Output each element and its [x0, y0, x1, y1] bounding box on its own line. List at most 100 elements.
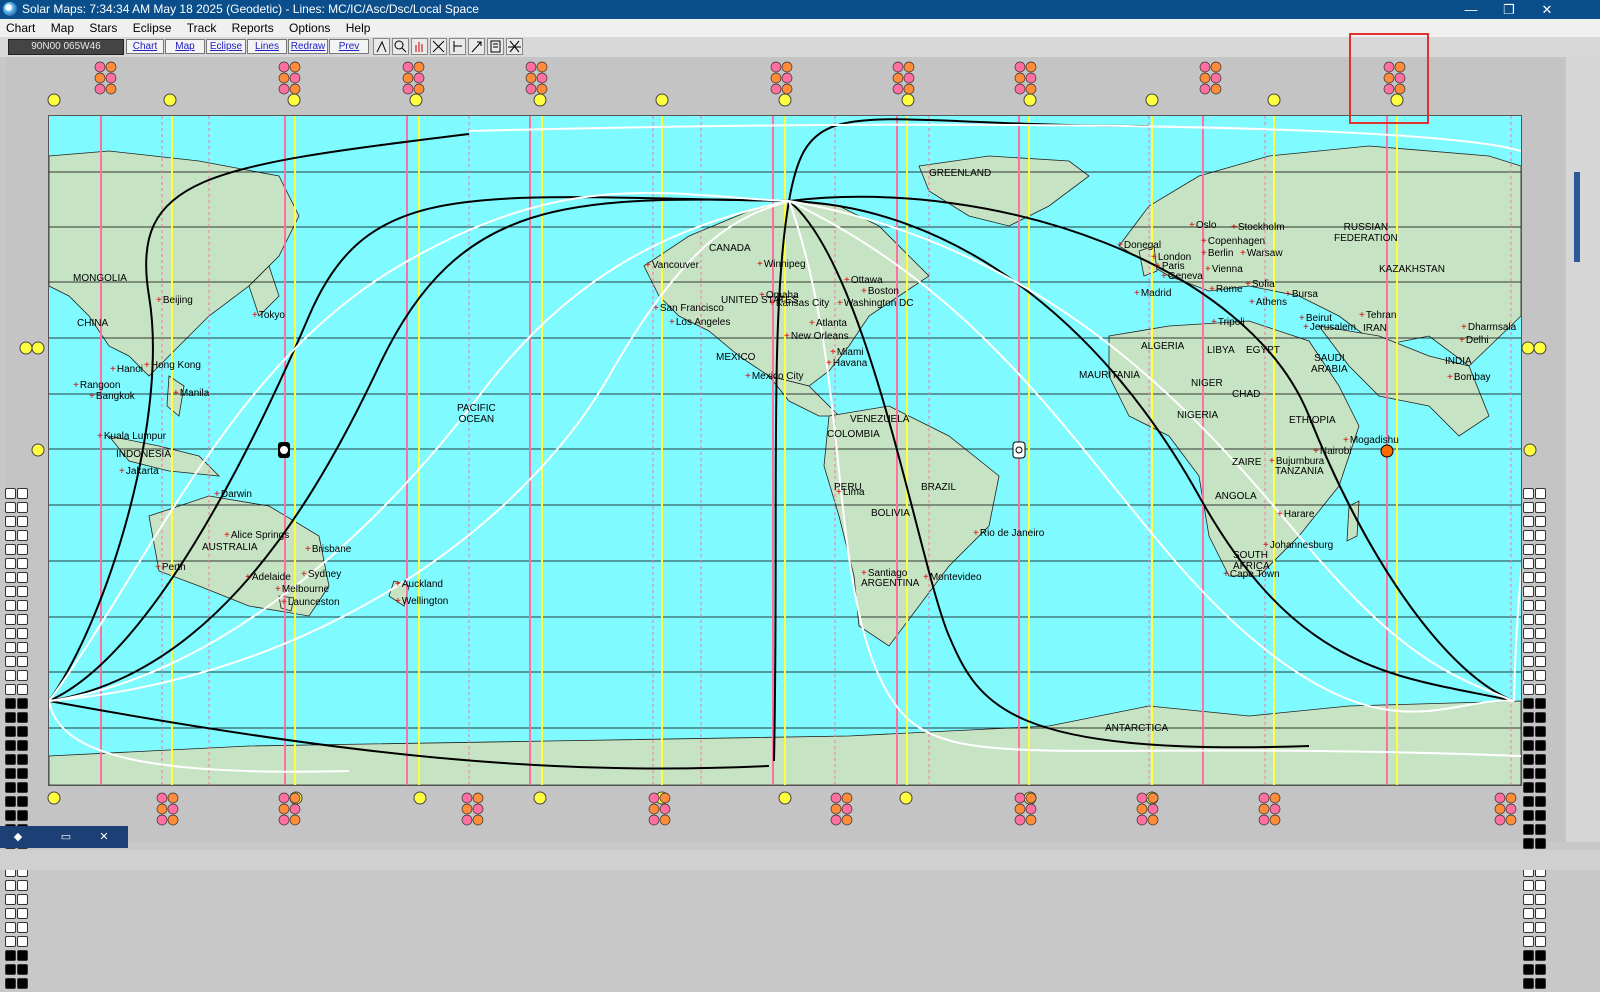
bottom-yellow-glyph	[413, 791, 427, 805]
zoom-icon[interactable]	[392, 38, 409, 55]
aspect-glyph-cell	[1523, 698, 1534, 709]
top-planet-glyph	[105, 72, 117, 84]
close-icon[interactable]: ✕	[94, 829, 114, 845]
aspect-glyph-cell	[17, 796, 28, 807]
top-planet-glyph	[781, 83, 793, 95]
city-los-angeles: +Los Angeles	[669, 317, 731, 328]
aspect-glyph-cell	[1535, 768, 1546, 779]
eclipse-button[interactable]: Eclipse	[206, 39, 246, 54]
aspect-glyph-cell	[1523, 782, 1534, 793]
axis-icon[interactable]	[506, 38, 523, 55]
chart-button[interactable]: Chart	[126, 39, 164, 54]
city-tripoli: +Tripoli	[1211, 317, 1245, 328]
aspect-glyph-cell	[5, 782, 16, 793]
city-bombay: +Bombay	[1447, 372, 1491, 383]
aspect-glyph-cell	[17, 628, 28, 639]
hand-icon[interactable]	[411, 38, 428, 55]
list-icon[interactable]	[487, 38, 504, 55]
bottom-planet-glyph	[156, 803, 168, 815]
aspect-glyph-cell	[17, 726, 28, 737]
line-tool-icon[interactable]	[449, 38, 466, 55]
aspect-glyph-cell	[17, 964, 28, 975]
top-planet-glyph	[413, 72, 425, 84]
bottom-planet-glyph	[1269, 814, 1281, 826]
bottom-planet-glyph	[1014, 803, 1026, 815]
label-russian-federation: RUSSIAN FEDERATION	[1334, 222, 1398, 244]
city-cape-town: +Cape Town	[1223, 569, 1280, 580]
scroll-thumb[interactable]	[1574, 172, 1580, 262]
aspect-glyph-cell	[1535, 586, 1546, 597]
bottom-planet-glyph	[472, 792, 484, 804]
aspect-glyph-cell	[1535, 670, 1546, 681]
menu-map[interactable]: Map	[45, 19, 80, 37]
bottom-planet-glyph	[278, 814, 290, 826]
aspect-glyph-cell	[1523, 768, 1534, 779]
marker-icon[interactable]	[468, 38, 485, 55]
aspect-glyph-cell	[1523, 712, 1534, 723]
menu-options[interactable]: Options	[283, 19, 336, 37]
lines-button[interactable]: Lines	[247, 39, 287, 54]
bottom-planet-glyph	[1505, 792, 1517, 804]
aspect-glyph-cell	[17, 712, 28, 723]
top-planet-glyph	[892, 61, 904, 73]
restore-icon[interactable]: ▭	[56, 829, 76, 845]
map-button[interactable]: Map	[165, 39, 205, 54]
maximize-icon[interactable]: ❐	[1490, 0, 1528, 19]
aspect-glyph-cell	[17, 502, 28, 513]
city-miami: +Miami	[830, 347, 864, 358]
top-planet-glyph	[903, 72, 915, 84]
aspect-glyph-cell	[1523, 656, 1534, 667]
bottom-planet-glyph	[1025, 803, 1037, 815]
pointer-icon[interactable]	[373, 38, 390, 55]
menu-stars[interactable]: Stars	[83, 19, 123, 37]
vertical-scrollbar[interactable]	[1566, 57, 1600, 842]
minimize-icon[interactable]: —	[1452, 0, 1490, 19]
world-map[interactable]: GREENLAND CANADA RUSSIAN FEDERATION KAZA…	[48, 115, 1522, 786]
city-kuala-lumpur: +Kuala Lumpur	[97, 431, 167, 442]
menu-chart[interactable]: Chart	[0, 19, 41, 37]
bottom-planet-glyph	[1025, 814, 1037, 826]
label-antarctica: ANTARCTICA	[1105, 723, 1169, 734]
city-stockholm: +Stockholm	[1231, 222, 1285, 233]
app-taskbar-icon[interactable]: ◆	[8, 829, 28, 845]
top-planet-glyph	[781, 61, 793, 73]
label-chad: CHAD	[1232, 389, 1261, 400]
aspect-glyph-cell	[1535, 824, 1546, 835]
aspect-glyph-cell	[5, 740, 16, 751]
top-planet-glyph	[1199, 72, 1211, 84]
label-angola: ANGOLA	[1215, 491, 1257, 502]
menu-eclipse[interactable]: Eclipse	[127, 19, 178, 37]
aspect-glyph-cell	[5, 572, 16, 583]
aspect-glyph-cell	[1535, 684, 1546, 695]
bottom-planet-glyph	[1014, 792, 1026, 804]
top-planet-glyph	[278, 72, 290, 84]
top-planet-glyph	[536, 72, 548, 84]
aspect-glyph-cell	[1523, 754, 1534, 765]
aspect-glyph-cell	[1535, 600, 1546, 611]
cross-icon[interactable]	[430, 38, 447, 55]
city-kansas-city: +Kansas City	[769, 298, 830, 309]
prev-button[interactable]: Prev	[329, 39, 369, 54]
top-yellow-glyph	[655, 93, 669, 107]
aspect-glyph-cell	[1523, 838, 1534, 849]
aspect-glyph-cell	[1535, 880, 1546, 891]
aspect-glyph-cell	[1523, 628, 1534, 639]
city-mexico-city: +Mexico City	[745, 371, 804, 382]
menu-help[interactable]: Help	[340, 19, 377, 37]
aspect-glyph-cell	[1535, 894, 1546, 905]
greenland	[918, 155, 1090, 227]
city-washington: +Washington DC	[837, 298, 914, 309]
city-manila: +Manila	[173, 388, 210, 399]
redraw-button[interactable]: Redraw	[288, 39, 328, 54]
label-zaire: ZAIRE	[1232, 457, 1262, 468]
menu-reports[interactable]: Reports	[226, 19, 280, 37]
top-planet-glyph	[402, 61, 414, 73]
city-hanoi: +Hanoi	[110, 364, 143, 375]
close-icon[interactable]: ✕	[1528, 0, 1566, 19]
aspect-glyph-cell	[17, 922, 28, 933]
menu-track[interactable]: Track	[181, 19, 223, 37]
aspect-glyph-cell	[1523, 502, 1534, 513]
aspect-glyph-cell	[1535, 950, 1546, 961]
city-oslo: +Oslo	[1189, 220, 1217, 231]
top-planet-glyph	[525, 72, 537, 84]
